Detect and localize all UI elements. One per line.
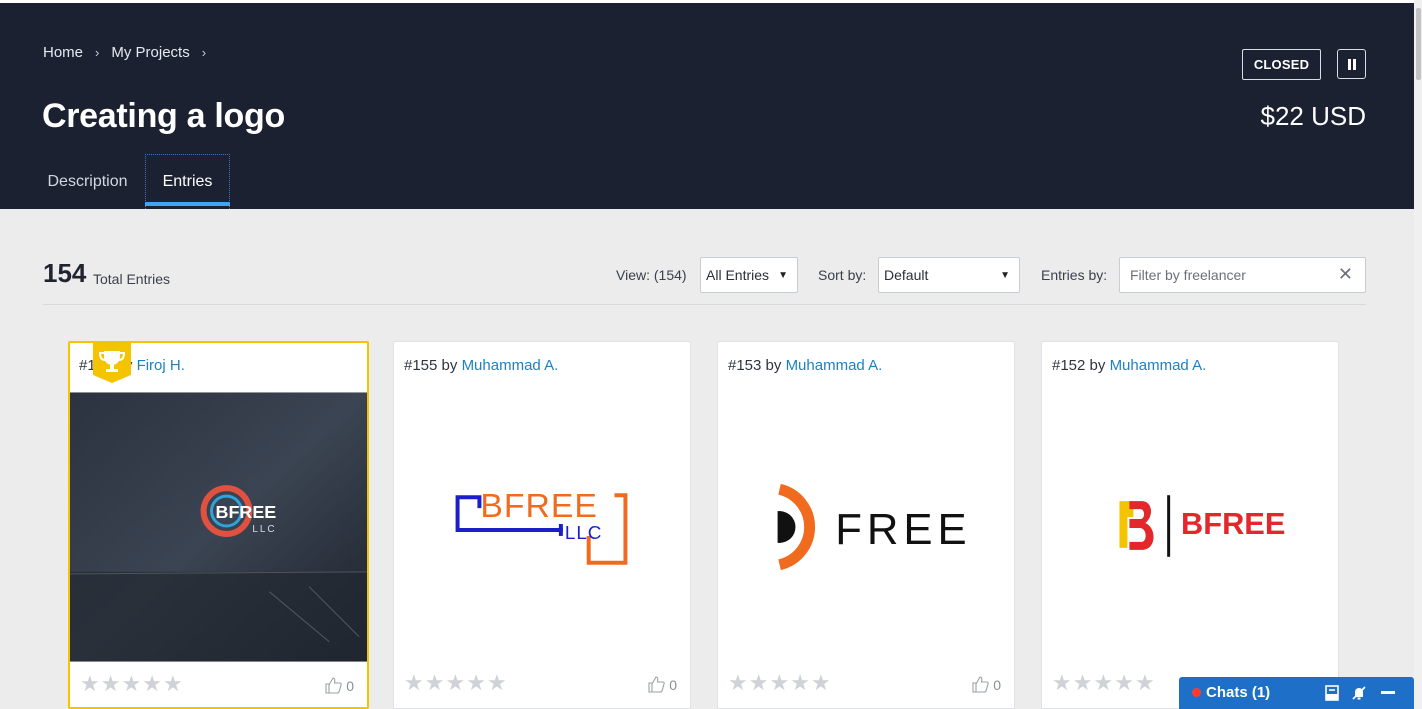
entry-image[interactable]: BFREE LLC: [70, 392, 367, 662]
logo-text: FREE: [835, 505, 971, 554]
entry-author-link[interactable]: Muhammad A.: [1110, 357, 1207, 374]
entry-number: #155: [404, 357, 438, 374]
likes-count: 0: [669, 676, 677, 693]
star-icon[interactable]: ★: [80, 673, 100, 695]
chevron-down-icon: ▼: [1000, 270, 1010, 281]
star-icon[interactable]: ★: [142, 673, 162, 695]
thumbs-up-icon: [325, 677, 342, 694]
breadcrumb-separator: ›: [95, 45, 100, 60]
logo-text: BFREE: [1181, 506, 1285, 541]
scrollbar-thumb[interactable]: [1416, 8, 1421, 80]
status-badge: CLOSED: [1242, 49, 1321, 80]
toolbar-divider: [43, 304, 1366, 305]
logo-subtext: LLC: [565, 522, 603, 543]
chat-status-dot: [1192, 688, 1201, 697]
project-price: $22 USD: [1260, 101, 1367, 131]
sort-label: Sort by:: [818, 267, 867, 283]
star-icon[interactable]: ★: [728, 672, 748, 694]
star-icon[interactable]: ★: [1073, 672, 1093, 694]
chevron-down-icon: ▼: [778, 270, 788, 281]
page-title: Creating a logo: [42, 97, 285, 135]
sort-select[interactable]: Default ▼: [878, 257, 1020, 293]
logo-text: BFREE: [480, 487, 598, 525]
total-entries-label: Total Entries: [93, 271, 171, 287]
total-entries-count: 154: [43, 258, 87, 288]
bell-off-icon[interactable]: [1351, 685, 1367, 701]
view-select[interactable]: All Entries ▼: [700, 257, 798, 293]
project-header: Home › My Projects › Creating a logo CLO…: [0, 3, 1414, 209]
entry-image[interactable]: BFREE: [1042, 392, 1338, 662]
entry-header: #152 by Muhammad A.: [1052, 357, 1206, 374]
star-icon[interactable]: ★: [1114, 672, 1134, 694]
entries-by-label: Entries by:: [1041, 267, 1108, 283]
entry-author-link[interactable]: Firoj H.: [137, 357, 185, 374]
entry-image[interactable]: FREE: [718, 392, 1014, 662]
entry-rating[interactable]: ★ ★ ★ ★ ★: [404, 672, 507, 694]
entry-rating[interactable]: ★ ★ ★ ★ ★: [80, 673, 183, 695]
thumbs-up-icon: [972, 676, 989, 693]
star-icon[interactable]: ★: [749, 672, 769, 694]
pause-button[interactable]: [1337, 49, 1366, 79]
inbox-icon[interactable]: [1324, 685, 1340, 701]
entry-rating[interactable]: ★ ★ ★ ★ ★: [728, 672, 831, 694]
star-icon[interactable]: ★: [101, 673, 121, 695]
entry-by: by: [765, 357, 782, 374]
star-icon[interactable]: ★: [121, 673, 141, 695]
entry-likes[interactable]: 0: [648, 676, 677, 693]
star-icon[interactable]: ★: [163, 673, 183, 695]
entry-rating[interactable]: ★ ★ ★ ★ ★: [1052, 672, 1155, 694]
minimize-icon[interactable]: [1380, 685, 1396, 701]
likes-count: 0: [346, 677, 354, 694]
sort-select-value: Default: [884, 267, 929, 283]
entry-header: #153 by Muhammad A.: [728, 357, 882, 374]
entry-header: #155 by Muhammad A.: [404, 357, 558, 374]
star-icon[interactable]: ★: [769, 672, 789, 694]
entry-card[interactable]: #155 by Muhammad A. BFREE LLC ★ ★ ★ ★ ★ …: [393, 341, 691, 709]
entry-likes[interactable]: 0: [325, 677, 354, 694]
entry-number: #152: [1052, 357, 1086, 374]
view-label: View: (154): [616, 267, 687, 283]
entry-image[interactable]: BFREE LLC: [394, 392, 690, 662]
star-icon[interactable]: ★: [1093, 672, 1113, 694]
chats-bar[interactable]: Chats (1): [1179, 677, 1414, 709]
likes-count: 0: [993, 676, 1001, 693]
pause-icon: [1347, 58, 1356, 70]
star-icon[interactable]: ★: [466, 672, 486, 694]
entry-card[interactable]: #154 by Firoj H. BFREE LLC ★ ★ ★ ★: [68, 341, 369, 709]
view-select-value: All Entries: [706, 267, 770, 283]
breadcrumb-home[interactable]: Home: [43, 44, 83, 61]
page-scrollbar[interactable]: [1414, 0, 1422, 709]
chats-label[interactable]: Chats (1): [1206, 684, 1270, 701]
filter-placeholder: Filter by freelancer: [1130, 267, 1246, 283]
entry-author-link[interactable]: Muhammad A.: [462, 357, 559, 374]
star-icon[interactable]: ★: [1135, 672, 1155, 694]
close-icon[interactable]: ✕: [1338, 264, 1353, 285]
star-icon[interactable]: ★: [404, 672, 424, 694]
breadcrumb-separator: ›: [201, 45, 207, 60]
freelancer-filter-input[interactable]: Filter by freelancer ✕: [1119, 257, 1366, 293]
star-icon[interactable]: ★: [811, 672, 831, 694]
entry-by: by: [441, 357, 458, 374]
active-tab-indicator: [145, 202, 230, 206]
logo-subtext: LLC: [252, 524, 276, 535]
tab-entries[interactable]: Entries: [145, 154, 230, 209]
star-icon[interactable]: ★: [445, 672, 465, 694]
entry-card[interactable]: #152 by Muhammad A. BFREE ★ ★ ★ ★ ★: [1041, 341, 1339, 709]
logo-text: BFREE: [216, 502, 277, 522]
star-icon[interactable]: ★: [487, 672, 507, 694]
entry-card[interactable]: #153 by Muhammad A. FREE ★ ★ ★ ★ ★ 0: [717, 341, 1015, 709]
breadcrumb-my-projects[interactable]: My Projects: [111, 44, 189, 61]
star-icon[interactable]: ★: [1052, 672, 1072, 694]
breadcrumb: Home › My Projects ›: [43, 44, 218, 61]
trophy-icon: [93, 343, 131, 383]
star-icon[interactable]: ★: [425, 672, 445, 694]
entry-by: by: [1089, 357, 1106, 374]
entry-number: #153: [728, 357, 762, 374]
entry-author-link[interactable]: Muhammad A.: [786, 357, 883, 374]
thumbs-up-icon: [648, 676, 665, 693]
entry-likes[interactable]: 0: [972, 676, 1001, 693]
star-icon[interactable]: ★: [790, 672, 810, 694]
tab-description[interactable]: Description: [34, 154, 141, 209]
